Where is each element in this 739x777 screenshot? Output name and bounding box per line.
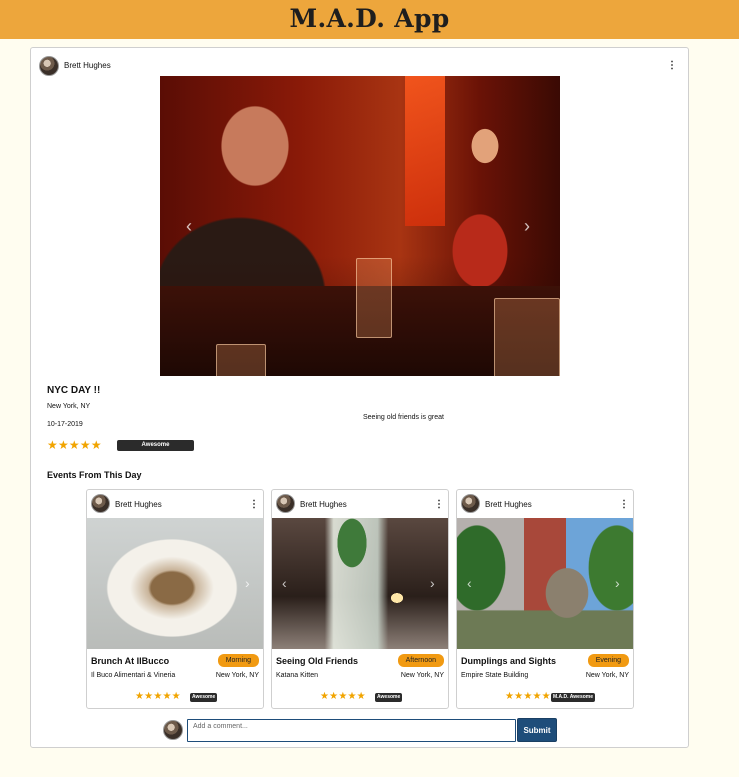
post-menu-icon[interactable]: ⋮ bbox=[667, 61, 677, 71]
carousel-next-icon[interactable]: › bbox=[430, 574, 435, 592]
event-card[interactable]: Brett Hughes ⋮ ‹ › Seeing Old Friends Af… bbox=[271, 489, 449, 709]
events-section-title: Events From This Day bbox=[47, 470, 142, 480]
event-rating-label: M.A.D. Awesome bbox=[551, 693, 596, 702]
glass bbox=[356, 258, 392, 338]
post-date: 10-17-2019 bbox=[47, 421, 83, 428]
post-card: Brett Hughes ⋮ ‹ › NYC DAY !! New York, … bbox=[30, 47, 689, 748]
event-photo: ‹ › bbox=[457, 518, 633, 649]
event-card[interactable]: Brett Hughes ⋮ ‹ › Dumplings and Sights … bbox=[456, 489, 634, 709]
author-avatar[interactable] bbox=[39, 56, 59, 76]
comment-row: Submit bbox=[163, 718, 563, 742]
event-place: Empire State Building bbox=[461, 672, 529, 679]
event-menu-icon[interactable]: ⋮ bbox=[619, 500, 629, 510]
post-title: NYC DAY !! bbox=[47, 385, 101, 396]
event-author-avatar[interactable] bbox=[91, 494, 110, 513]
event-photo: › bbox=[87, 518, 263, 649]
time-of-day-badge: Evening bbox=[587, 654, 629, 667]
post-description: Seeing old friends is great bbox=[363, 414, 444, 421]
glass bbox=[216, 344, 266, 376]
event-rating-stars: ★★★★★ bbox=[135, 691, 181, 702]
post-photo: ‹ › bbox=[160, 76, 560, 376]
event-rating-label: Awesome bbox=[190, 693, 218, 702]
post-location: New York, NY bbox=[47, 403, 91, 410]
post-rating-label: Awesome bbox=[117, 440, 194, 451]
carousel-next-icon[interactable]: › bbox=[524, 217, 530, 235]
carousel-prev-icon[interactable]: ‹ bbox=[282, 574, 287, 592]
glass bbox=[494, 298, 560, 376]
event-menu-icon[interactable]: ⋮ bbox=[434, 500, 444, 510]
submit-button[interactable]: Submit bbox=[517, 718, 557, 742]
event-city: New York, NY bbox=[400, 672, 444, 679]
event-title: Brunch At IlBucco bbox=[91, 656, 170, 666]
carousel-prev-icon[interactable]: ‹ bbox=[186, 217, 192, 235]
time-of-day-badge: Afternoon bbox=[397, 654, 444, 667]
app-header: M.A.D. App bbox=[0, 0, 739, 39]
carousel-prev-icon[interactable]: ‹ bbox=[467, 574, 472, 592]
commenter-avatar bbox=[163, 720, 183, 740]
carousel-next-icon[interactable]: › bbox=[245, 574, 250, 592]
post-rating-stars: ★★★★★ bbox=[47, 438, 102, 452]
event-title: Dumplings and Sights bbox=[461, 656, 557, 666]
carousel-next-icon[interactable]: › bbox=[615, 574, 620, 592]
app-title: M.A.D. App bbox=[289, 4, 450, 33]
event-rating-stars: ★★★★★ bbox=[505, 691, 551, 702]
event-photo: ‹ › bbox=[272, 518, 448, 649]
neon-light bbox=[405, 76, 445, 226]
event-place: Il Buco Alimentari & Vineria bbox=[91, 672, 176, 679]
event-author-avatar[interactable] bbox=[461, 494, 480, 513]
event-menu-icon[interactable]: ⋮ bbox=[249, 500, 259, 510]
event-title: Seeing Old Friends bbox=[276, 656, 359, 666]
event-rating-label: Awesome bbox=[375, 693, 403, 702]
event-author-avatar[interactable] bbox=[276, 494, 295, 513]
event-author-name[interactable]: Brett Hughes bbox=[485, 500, 532, 509]
comment-input[interactable] bbox=[187, 719, 516, 742]
event-rating-stars: ★★★★★ bbox=[320, 691, 366, 702]
event-author-name[interactable]: Brett Hughes bbox=[115, 500, 162, 509]
event-card[interactable]: Brett Hughes ⋮ › Brunch At IlBucco Morni… bbox=[86, 489, 264, 709]
event-place: Katana Kitten bbox=[276, 672, 319, 679]
event-city: New York, NY bbox=[215, 672, 259, 679]
author-name[interactable]: Brett Hughes bbox=[64, 61, 111, 70]
event-city: New York, NY bbox=[585, 672, 629, 679]
event-author-name[interactable]: Brett Hughes bbox=[300, 500, 347, 509]
time-of-day-badge: Morning bbox=[217, 654, 259, 667]
